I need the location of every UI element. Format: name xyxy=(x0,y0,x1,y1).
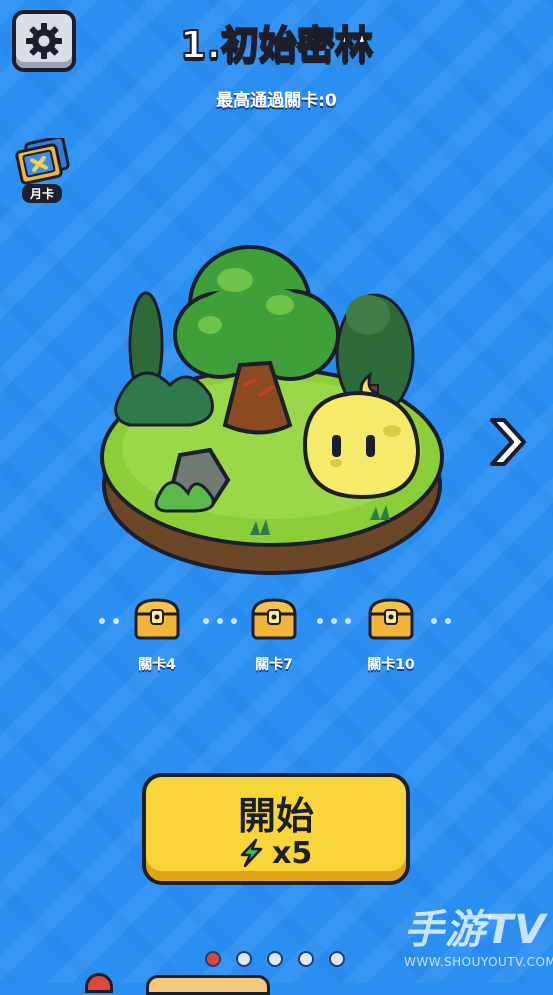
reward-chest-3[interactable] xyxy=(367,596,415,642)
start-button-label: 開始 xyxy=(237,794,314,838)
track-dot xyxy=(317,618,323,624)
reward-label-2: 關卡7 xyxy=(255,657,293,673)
chevron-right-icon xyxy=(490,418,526,466)
start-button[interactable]: 開始 x5 xyxy=(142,773,410,885)
page-dot-1[interactable] xyxy=(205,951,221,967)
best-cleared-text: 最高通過關卡:0 xyxy=(216,91,337,111)
monthly-card-icon xyxy=(15,135,70,185)
track-dot xyxy=(217,618,223,624)
reward-track: 關卡4 關卡7 關卡10 xyxy=(95,596,475,676)
track-dot xyxy=(431,618,437,624)
start-cost-value: x5 xyxy=(272,835,313,871)
locked-chest-icon xyxy=(368,598,414,640)
page-dot-2[interactable] xyxy=(236,951,252,967)
track-dot xyxy=(99,618,105,624)
track-dot xyxy=(331,618,337,624)
reward-label-3: 關卡10 xyxy=(367,657,415,673)
page-dot-4[interactable] xyxy=(298,951,314,967)
page-indicator xyxy=(205,951,355,969)
watermark: 手游TV WWW.SHOUYOUTV.COM xyxy=(404,906,553,983)
stage-title: 1.初始密林 xyxy=(179,22,374,68)
next-stage-button[interactable] xyxy=(486,412,530,472)
reward-chest-1[interactable] xyxy=(133,596,181,642)
forest-island-illustration xyxy=(100,245,444,575)
watermark-main: 手游TV xyxy=(404,907,547,953)
watermark-url: WWW.SHOUYOUTV.COM xyxy=(404,955,553,969)
monthly-card-button[interactable]: 月卡 xyxy=(14,135,72,203)
page-dot-3[interactable] xyxy=(267,951,283,967)
track-dot xyxy=(445,618,451,624)
locked-chest-icon xyxy=(134,598,180,640)
bottom-nav-item[interactable] xyxy=(146,975,270,995)
energy-bolt-icon xyxy=(240,838,263,868)
start-cost: x5 xyxy=(236,835,312,871)
track-dot xyxy=(113,618,119,624)
track-dot xyxy=(231,618,237,624)
track-dot xyxy=(345,618,351,624)
stage-island[interactable] xyxy=(100,235,460,585)
monthly-card-label: 月卡 xyxy=(22,184,62,203)
track-dot xyxy=(203,618,209,624)
reward-label-1: 關卡4 xyxy=(138,657,176,673)
bottom-nav-item[interactable] xyxy=(85,973,113,993)
reward-chest-2[interactable] xyxy=(250,596,298,642)
locked-chest-icon xyxy=(251,598,297,640)
page-dot-5[interactable] xyxy=(329,951,345,967)
